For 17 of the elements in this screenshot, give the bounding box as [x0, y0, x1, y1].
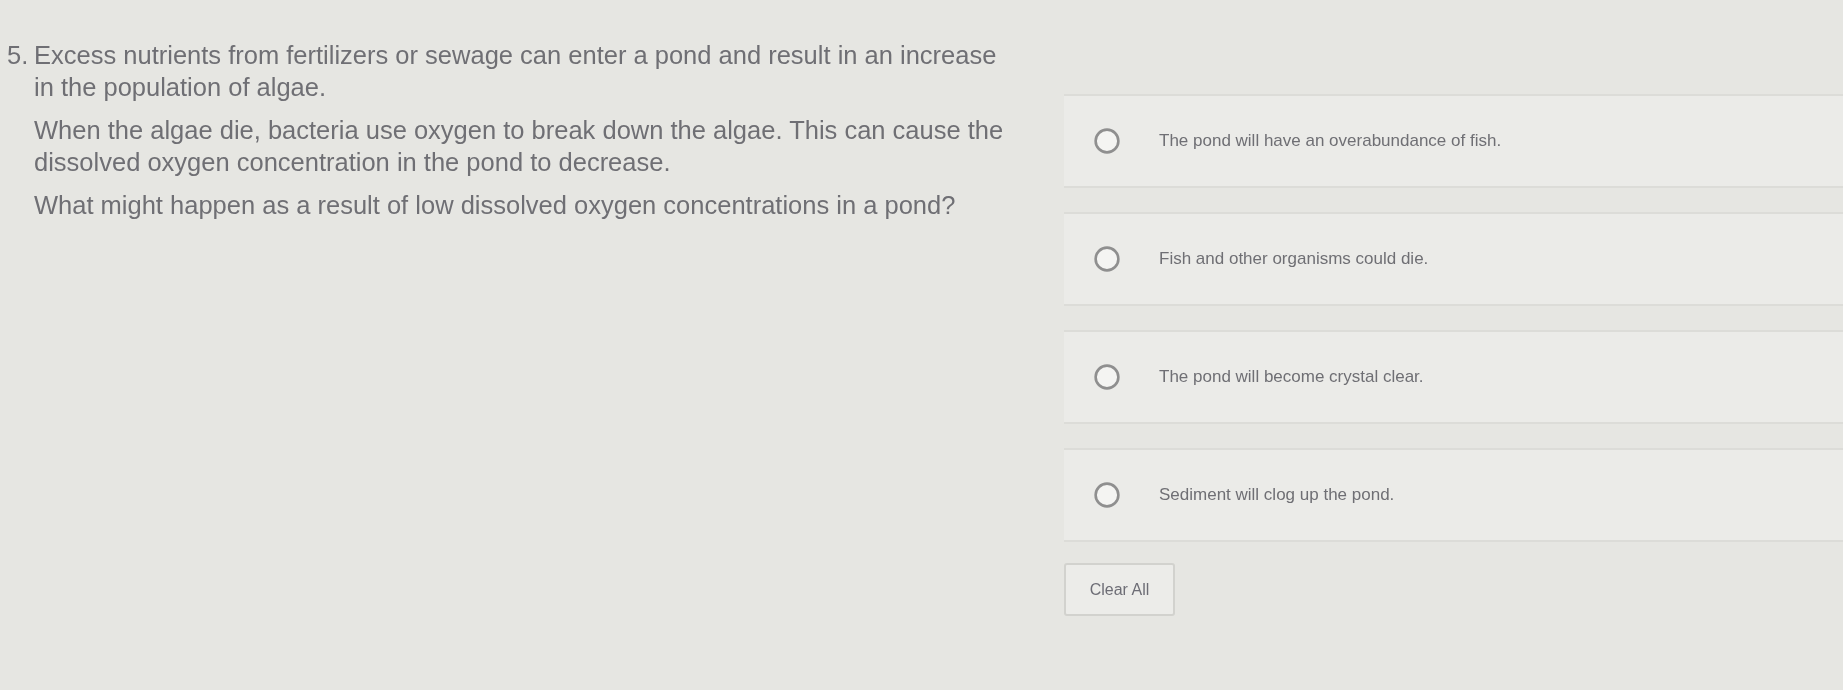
radio-button[interactable]: [1094, 246, 1120, 272]
answer-text: Sediment will clog up the pond.: [1159, 485, 1395, 505]
radio-button[interactable]: [1094, 128, 1120, 154]
question-text: What might happen as a result of low dissolved oxygen concentrations in a pond?: [34, 190, 957, 221]
radio-button[interactable]: [1094, 364, 1120, 390]
radio-button[interactable]: [1094, 482, 1120, 508]
question-text: Excess nutrients from fertilizers or sewage can enter a pond and result in an increase in the population of algae.: [34, 40, 998, 103]
answer-option[interactable]: Fish and other organisms could die.: [1064, 212, 1843, 306]
answer-text: The pond will have an overabundance of fish.: [1159, 131, 1502, 151]
answer-text: The pond will become crystal clear.: [1159, 367, 1424, 387]
answer-text: Fish and other organisms could die.: [1159, 249, 1429, 269]
question-text: When the algae die, bacteria use oxygen to break down the algae. This can cause the dissolved oxygen concentration in the pond to decrease.: [34, 115, 1005, 178]
answer-option[interactable]: Sediment will clog up the pond.: [1064, 448, 1843, 542]
clear-all-button[interactable]: Clear All: [1064, 563, 1175, 616]
answer-option[interactable]: The pond will become crystal clear.: [1064, 330, 1843, 424]
answer-option[interactable]: The pond will have an overabundance of fish.: [1064, 94, 1843, 188]
question-number: 5.: [7, 40, 30, 71]
